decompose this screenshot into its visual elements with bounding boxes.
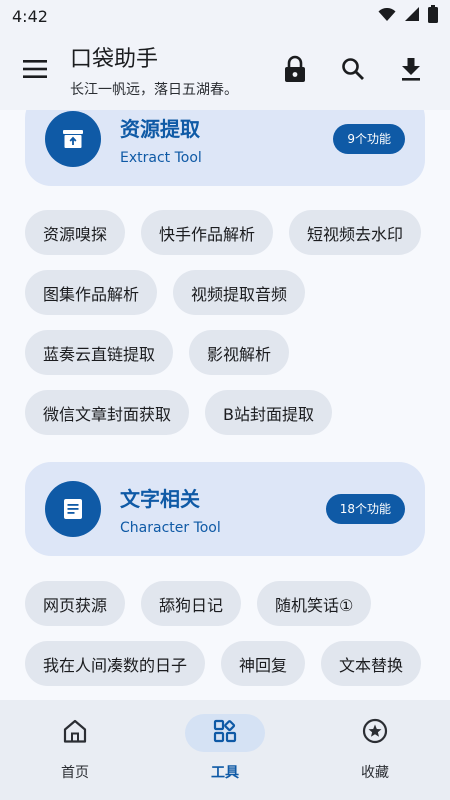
tool-chip[interactable]: 视频提取音频 xyxy=(173,270,306,315)
tool-chip[interactable]: 资源嗅探 xyxy=(25,210,126,255)
category-count-badge: 9个功能 xyxy=(333,124,405,154)
nav-home[interactable]: 首页 xyxy=(0,700,150,800)
nav-label: 工具 xyxy=(211,765,239,781)
signal-icon xyxy=(404,6,420,26)
category-icon-character xyxy=(45,481,101,537)
tool-chip[interactable]: 微信文章封面获取 xyxy=(25,390,190,435)
home-icon xyxy=(62,719,88,747)
tools-content[interactable]: 资源提取 Extract Tool 9个功能 资源嗅探 快手作品解析 短视频去水… xyxy=(0,110,450,700)
chips-extract: 资源嗅探 快手作品解析 短视频去水印 图集作品解析 视频提取音频 蓝奏云直链提取… xyxy=(25,210,435,435)
app-bar: 口袋助手 长江一帆远，落日五湖春。 xyxy=(0,32,450,110)
lock-button[interactable] xyxy=(266,47,324,95)
status-bar: 4:42 xyxy=(0,0,450,32)
category-count-badge: 18个功能 xyxy=(325,494,405,524)
star-icon xyxy=(362,718,388,748)
tool-chip[interactable]: 快手作品解析 xyxy=(141,210,274,255)
menu-icon xyxy=(23,59,47,83)
category-title: 资源提取 xyxy=(120,116,200,141)
wifi-icon xyxy=(378,7,396,26)
tool-chip[interactable]: 我在人间凑数的日子 xyxy=(25,641,206,686)
app-bar-actions xyxy=(266,47,440,95)
category-subtitle: Character Tool xyxy=(120,519,221,536)
status-icons xyxy=(378,5,438,27)
app-subtitle: 长江一帆远，落日五湖春。 xyxy=(70,82,238,98)
tool-chip[interactable]: 影视解析 xyxy=(189,330,290,375)
tools-icon xyxy=(213,719,237,747)
battery-icon xyxy=(428,5,438,27)
status-time: 4:42 xyxy=(12,6,48,26)
tool-chip[interactable]: 神回复 xyxy=(221,641,306,686)
tool-chip[interactable]: B站封面提取 xyxy=(205,390,332,435)
nav-label: 收藏 xyxy=(361,765,389,781)
category-subtitle: Extract Tool xyxy=(120,149,202,166)
tool-chip[interactable]: 蓝奏云直链提取 xyxy=(25,330,174,375)
category-card-extract[interactable]: 资源提取 Extract Tool 9个功能 xyxy=(25,110,425,186)
search-button[interactable] xyxy=(324,47,382,95)
nav-tools[interactable]: 工具 xyxy=(150,700,300,800)
bottom-nav: 首页 工具 收藏 xyxy=(0,700,450,800)
chips-character: 网页获源 舔狗日记 随机笑话① 我在人间凑数的日子 神回复 文本替换 xyxy=(25,581,435,686)
lock-icon xyxy=(284,55,306,87)
nav-favorites[interactable]: 收藏 xyxy=(300,700,450,800)
tool-chip[interactable]: 图集作品解析 xyxy=(25,270,158,315)
tool-chip[interactable]: 随机笑话① xyxy=(257,581,372,626)
download-icon xyxy=(401,57,421,85)
category-card-character[interactable]: 文字相关 Character Tool 18个功能 xyxy=(25,462,425,556)
tool-chip[interactable]: 文本替换 xyxy=(321,641,422,686)
category-title: 文字相关 xyxy=(120,486,200,511)
download-button[interactable] xyxy=(382,47,440,95)
tool-chip[interactable]: 网页获源 xyxy=(25,581,126,626)
category-icon-extract xyxy=(45,111,101,167)
menu-button[interactable] xyxy=(0,32,70,110)
tool-chip[interactable]: 短视频去水印 xyxy=(289,210,422,255)
title-block: 口袋助手 长江一帆远，落日五湖春。 xyxy=(70,43,266,99)
tool-chip[interactable]: 舔狗日记 xyxy=(141,581,242,626)
app-title: 口袋助手 xyxy=(70,47,159,72)
search-icon xyxy=(341,57,365,85)
nav-label: 首页 xyxy=(61,765,89,781)
